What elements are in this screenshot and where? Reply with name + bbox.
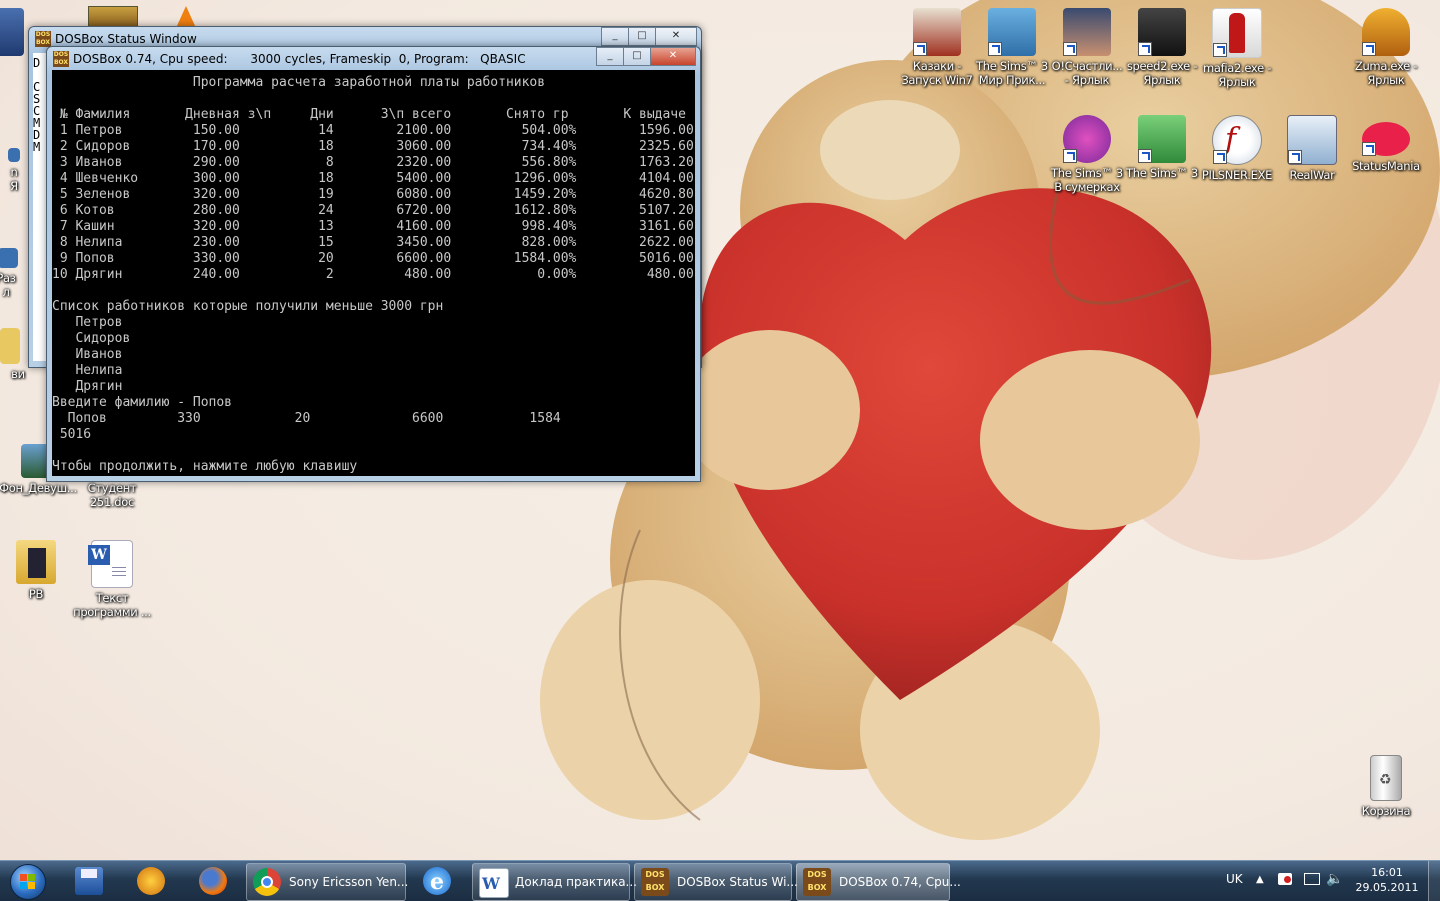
desktop-icon-zuma[interactable]: Zuma.exe - Ярлык [1346,8,1426,87]
dosbox-icon: DOS BOX [641,868,669,896]
taskbar-app-dosbox-status[interactable]: DOS BOX DOSBox Status Wi... [634,863,798,901]
taskbar-app-chrome[interactable]: Sony Ericsson Yen... [246,863,408,901]
nfs-game-icon [1138,8,1186,56]
mafia-game-icon [1212,8,1262,58]
person-photo-icon [1063,8,1111,56]
app-icon [8,148,20,162]
desktop-icon-schastlivchik[interactable]: О!Счастли... - Ярлык [1047,8,1127,87]
vlc-cone-icon[interactable] [176,6,196,28]
console-list-item: Дрягин [52,379,123,394]
dosbox-main-window[interactable]: DOS BOX DOSBox 0.74, Cpu speed: 3000 cycl… [46,46,701,482]
console-table-row: 7 Кашин 320.00 13 4160.00 998.40% 3161.6… [52,219,694,234]
console-input-prompt: Введите фамилию - Попов [52,395,233,410]
close-button[interactable]: ✕ [650,47,696,66]
language-indicator[interactable]: UK [1226,872,1243,886]
chrome-icon [253,868,281,896]
app-icon [0,248,18,268]
volume-icon[interactable]: 🔈 [1326,871,1343,887]
flash-icon: f [1212,115,1262,165]
desktop-icon-realwar[interactable]: RealWar [1272,115,1352,182]
desktop-icon-mafia2[interactable]: mafia2.exe - Ярлык [1197,8,1277,89]
clock-time: 16:01 [1371,866,1403,879]
close-button[interactable]: ✕ [655,27,697,46]
windows-orb-icon [10,864,46,900]
clock[interactable]: 16:01 29.05.2011 [1352,865,1422,895]
floppy-disk-icon [75,867,103,895]
word-document-icon: W [88,540,133,588]
computer-icon [0,8,24,56]
desktop-icon-recycle-bin[interactable]: ♻ Корзина [1346,755,1426,818]
console-table-row: 2 Сидоров 170.00 18 3060.00 734.40% 2325… [52,139,694,154]
console-list-item: Сидоров [52,331,131,346]
media-player-icon [137,867,165,895]
taskbar-app-dosbox-main[interactable]: DOS BOX DOSBox 0.74, Cpu... [796,863,961,901]
desktop-icon-pilsner[interactable]: f PILSNER.EXE [1197,115,1277,182]
internet-explorer-icon: e [423,867,451,895]
network-icon[interactable] [1304,873,1320,885]
desktop-icon-statusmania[interactable]: StatusMania [1346,115,1426,173]
desktop-icon-sims3-twilight[interactable]: The Sims™ 3 В сумерках [1047,115,1127,194]
desktop-icon-sims3-world[interactable]: The Sims™ 3 Мир Прик... [972,8,1052,87]
desktop-icon-kazaki[interactable]: Казаки - Запуск Win7 [897,8,977,87]
console-result-total: 5016 [52,427,92,442]
console-table-row: 5 Зеленов 320.00 19 6080.00 1459.20% 462… [52,187,694,202]
dosbox-window-title: DOSBox 0.74, Cpu speed: 3000 cycles, Fra… [73,52,526,66]
desktop-icon-tekst-programmi[interactable]: W Текст программи ... [72,540,152,619]
status-window-controls: _ □ ✕ [601,27,697,46]
taskbar-pinned-ie[interactable]: e [410,863,464,899]
console-list-item: Нелипа [52,363,123,378]
console-continue-prompt: Чтобы продолжить, нажмите любую клавишу [52,459,358,474]
sims-twilight-icon [1063,115,1111,163]
folder-icon [16,540,56,584]
console-list-item: Петров [52,315,123,330]
dosbox-icon: DOS BOX [53,51,69,67]
console-table-row: 8 Нелипа 230.00 15 3450.00 828.00% 2622.… [52,235,694,250]
status-window-content: D C S C M D M [33,53,47,361]
desktop-icon-sims3[interactable]: The Sims™ 3 [1122,115,1202,180]
taskbar-pinned-save[interactable] [62,863,116,899]
show-hidden-icons-button[interactable]: ▲ [1256,874,1264,885]
console-table-row: 3 Иванов 290.00 8 2320.00 556.80% 1763.2… [52,155,694,170]
minimize-button[interactable]: _ [601,27,629,46]
action-center-icon[interactable] [1278,873,1292,885]
word-document-icon: W [479,868,509,898]
clock-date: 29.05.2011 [1355,881,1419,894]
status-window-title: DOSBox Status Window [55,32,197,46]
show-desktop-button[interactable] [1428,861,1440,901]
folder-icon [0,328,20,364]
console-list-item: Иванов [52,347,123,362]
console-line-title: Программа расчета заработной платы работ… [52,75,546,90]
taskbar: Sony Ericsson Yen... e W Доклад практика… [0,860,1440,901]
console-table-row: 10 Дрягин 240.00 2 480.00 0.00% 480.00 [52,267,694,282]
taskbar-pinned-player[interactable] [124,863,178,899]
console-table-row: 6 Котов 280.00 24 6720.00 1612.80% 5107.… [52,203,694,218]
firefox-icon [199,867,227,895]
dos-console-screen[interactable]: Программа расчета заработной платы работ… [52,70,695,476]
console-table-header: № Фамилия Дневная з\п Дни З\п всего Снят… [52,107,686,122]
console-table-row: 4 Шевченко 300.00 18 5400.00 1296.00% 41… [52,171,694,186]
sims-plumbob-icon [1138,115,1186,163]
kazaki-game-icon [913,8,961,56]
maximize-button[interactable]: □ [623,47,651,66]
dosbox-icon: DOS BOX [803,868,831,896]
speech-bubble-icon [1362,122,1410,156]
dosbox-window-controls: _ □ ✕ [596,47,696,66]
minimize-button[interactable]: _ [596,47,624,66]
start-button[interactable] [4,863,52,900]
window-app-icon [1287,115,1337,165]
desktop-icon-pb[interactable]: PB [0,540,76,601]
sims-plumbob-icon [988,8,1036,56]
maximize-button[interactable]: □ [628,27,656,46]
console-table-row: 1 Петров 150.00 14 2100.00 504.00% 1596.… [52,123,694,138]
desktop-icon-speed2[interactable]: speed2.exe - Ярлык [1122,8,1202,87]
dosbox-icon: DOS BOX [35,31,51,47]
console-list-heading: Список работников которые получили меньш… [52,299,444,314]
taskbar-pinned-firefox[interactable] [186,863,240,899]
taskbar-app-word[interactable]: W Доклад практика... [472,863,637,901]
recycle-bin-icon: ♻ [1370,755,1402,801]
console-result-line: Попов 330 20 6600 1584 [52,411,561,426]
console-table-row: 9 Попов 330.00 20 6600.00 1584.00% 5016.… [52,251,694,266]
zuma-frog-icon [1362,8,1410,56]
